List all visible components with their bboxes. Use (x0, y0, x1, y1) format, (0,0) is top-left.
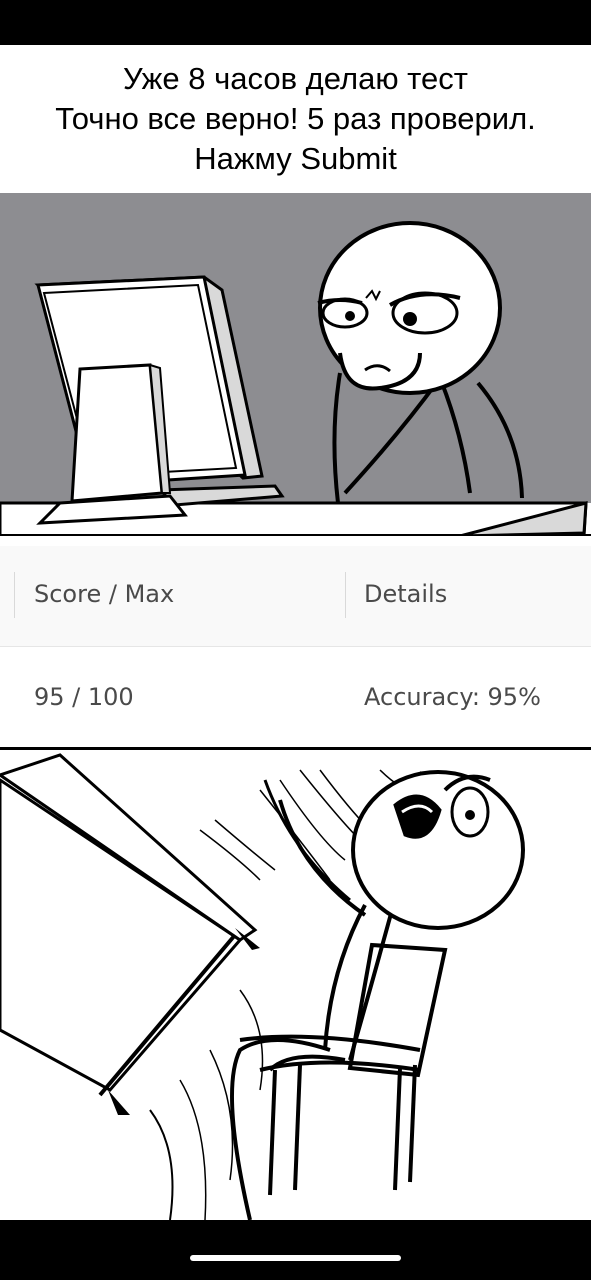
caption-line-1: Уже 8 часов делаю тест (123, 61, 468, 96)
table-flip-illustration (0, 753, 525, 1220)
cell-score: 95 / 100 (34, 683, 134, 711)
column-divider (14, 572, 15, 618)
bottom-bar (0, 1220, 591, 1280)
home-indicator[interactable] (190, 1255, 401, 1261)
column-divider (345, 572, 346, 618)
computer-guy-panel (0, 193, 591, 536)
caption-line-2: Точно все верно! 5 раз проверил. (55, 101, 536, 136)
meme-caption: Уже 8 часов делаю тест Точно все верно! … (0, 45, 591, 193)
computer-guy-illustration (0, 193, 591, 536)
table-header-row: Score / Max Details (0, 546, 591, 647)
status-bar (0, 0, 591, 45)
cell-details: Accuracy: 95% (364, 683, 541, 711)
header-score: Score / Max (34, 580, 175, 608)
caption-line-3: Нажму Submit (194, 141, 397, 176)
table-row: 95 / 100 Accuracy: 95% (0, 647, 591, 747)
table-flip-panel (0, 750, 591, 1220)
header-details: Details (364, 580, 448, 608)
results-table: Score / Max Details 95 / 100 Accuracy: 9… (0, 536, 591, 748)
